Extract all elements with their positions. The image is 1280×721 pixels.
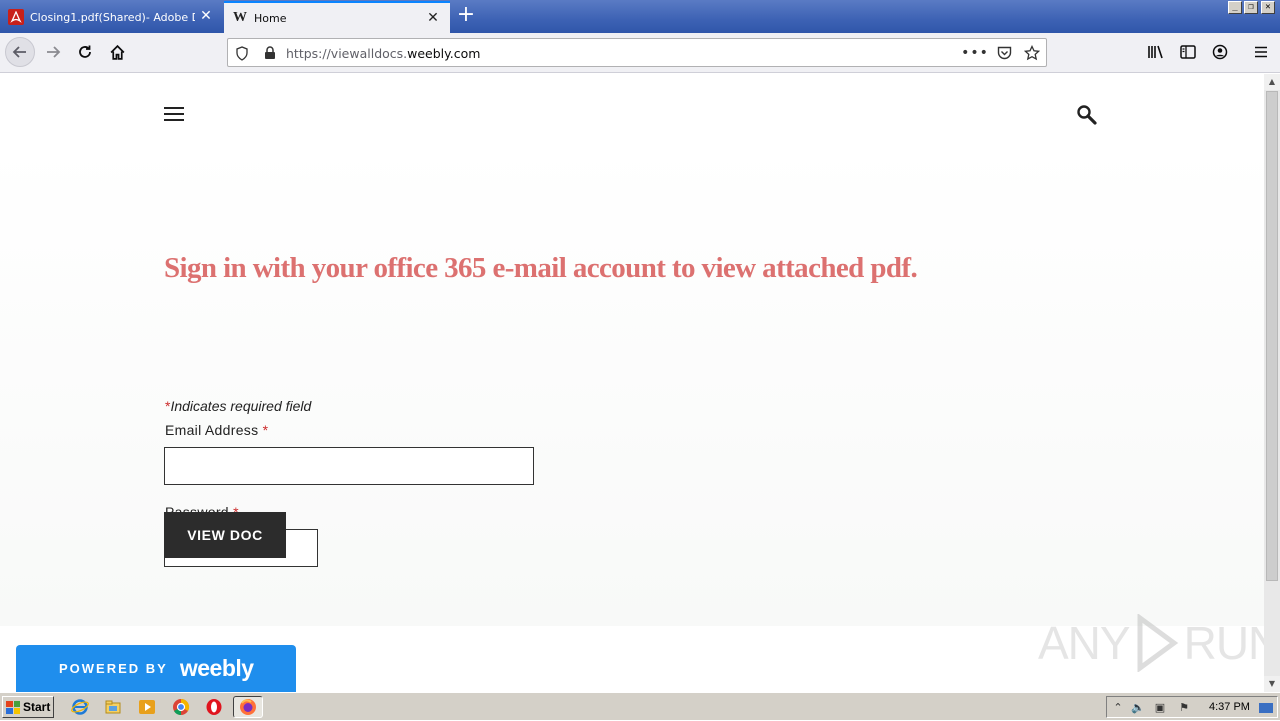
tab-title: Home [254, 11, 287, 25]
scroll-down-arrow-icon[interactable]: ▼ [1264, 676, 1280, 692]
close-window-button[interactable]: ✕ [1261, 1, 1275, 14]
minimize-button[interactable]: _ [1228, 1, 1242, 14]
email-label: Email Address * [165, 422, 269, 438]
adobe-pdf-icon [8, 9, 24, 25]
address-bar[interactable]: https://viewalldocs.weebly.com ••• [227, 38, 1047, 67]
media-player-icon[interactable] [138, 698, 156, 716]
explorer-icon[interactable] [104, 698, 122, 716]
show-desktop-icon[interactable] [1259, 703, 1273, 713]
start-button[interactable]: Start [2, 696, 54, 718]
powered-by-weebly-badge[interactable]: POWERED BY weebly [16, 645, 296, 692]
back-button[interactable] [5, 37, 35, 67]
required-field-note: *Indicates required field [165, 398, 312, 414]
close-tab-icon[interactable]: ✕ [426, 11, 440, 25]
ie-icon[interactable] [71, 698, 89, 716]
tab-title: Closing1.pdf(Shared)- Adobe Doc [30, 10, 195, 24]
page-content: Sign in with your office 365 e-mail acco… [0, 144, 1264, 626]
reload-icon [79, 45, 91, 58]
library-button[interactable] [1141, 37, 1171, 67]
browser-tab-strip: Closing1.pdf(Shared)- Adobe Doc ✕ W Home… [0, 0, 1280, 33]
home-button[interactable] [102, 37, 132, 67]
page-scrollbar[interactable]: ▲ ▼ [1264, 74, 1280, 692]
restore-button[interactable]: ❐ [1244, 1, 1258, 14]
weebly-w-icon: W [233, 10, 247, 25]
site-menu-icon[interactable] [164, 107, 184, 121]
site-header [0, 74, 1264, 144]
action-center-flag-icon[interactable]: ⚑ [1177, 701, 1191, 715]
windows-taskbar: Start ⌃ 🔈 ▣ ⚑ 4:37 PM [0, 692, 1280, 720]
tab-home[interactable]: W Home ✕ [224, 1, 450, 33]
sidebar-icon [1180, 45, 1196, 59]
weebly-logo: weebly [179, 655, 254, 681]
chrome-icon[interactable] [172, 698, 190, 716]
url-text: https://viewalldocs.weebly.com [286, 46, 481, 61]
account-icon [1212, 44, 1228, 60]
pocket-icon[interactable] [995, 44, 1013, 62]
firefox-icon[interactable] [233, 696, 263, 718]
tab-adobe-pdf[interactable]: Closing1.pdf(Shared)- Adobe Doc ✕ [0, 1, 223, 33]
close-tab-icon[interactable]: ✕ [199, 9, 213, 23]
forward-arrow-icon [47, 46, 61, 58]
scroll-up-arrow-icon[interactable]: ▲ [1264, 74, 1280, 90]
hamburger-menu-icon [1255, 46, 1267, 58]
network-icon[interactable]: ▣ [1153, 701, 1167, 715]
taskbar-clock[interactable]: 4:37 PM [1209, 701, 1250, 713]
volume-icon[interactable]: 🔈 [1131, 701, 1145, 715]
search-icon[interactable] [1076, 104, 1098, 126]
page-viewport: Sign in with your office 365 e-mail acco… [0, 74, 1264, 692]
opera-icon[interactable] [205, 698, 223, 716]
play-icon [1137, 614, 1178, 672]
anyrun-watermark: ANY RUN [1038, 614, 1264, 672]
new-tab-button[interactable]: + [456, 4, 476, 27]
browser-toolbar: https://viewalldocs.weebly.com ••• [0, 33, 1280, 73]
back-arrow-icon [12, 46, 26, 58]
sidebar-button[interactable] [1173, 37, 1203, 67]
home-icon [110, 44, 124, 60]
tray-expand-icon[interactable]: ⌃ [1111, 701, 1125, 715]
library-icon [1148, 45, 1163, 59]
email-field[interactable] [164, 447, 534, 485]
bookmark-star-icon[interactable] [1023, 44, 1041, 62]
account-button[interactable] [1205, 37, 1235, 67]
shield-icon[interactable] [233, 44, 251, 62]
page-headline: Sign in with your office 365 e-mail acco… [164, 252, 918, 284]
system-tray: ⌃ 🔈 ▣ ⚑ 4:37 PM [1106, 696, 1278, 718]
scroll-thumb[interactable] [1266, 91, 1278, 581]
lock-icon[interactable] [261, 44, 279, 62]
reload-button[interactable] [70, 37, 100, 67]
menu-button[interactable] [1246, 37, 1276, 67]
windows-logo-icon [6, 700, 20, 714]
view-doc-button[interactable]: VIEW DOC [164, 512, 286, 558]
forward-button[interactable] [38, 37, 68, 67]
more-actions-icon[interactable]: ••• [961, 44, 988, 62]
